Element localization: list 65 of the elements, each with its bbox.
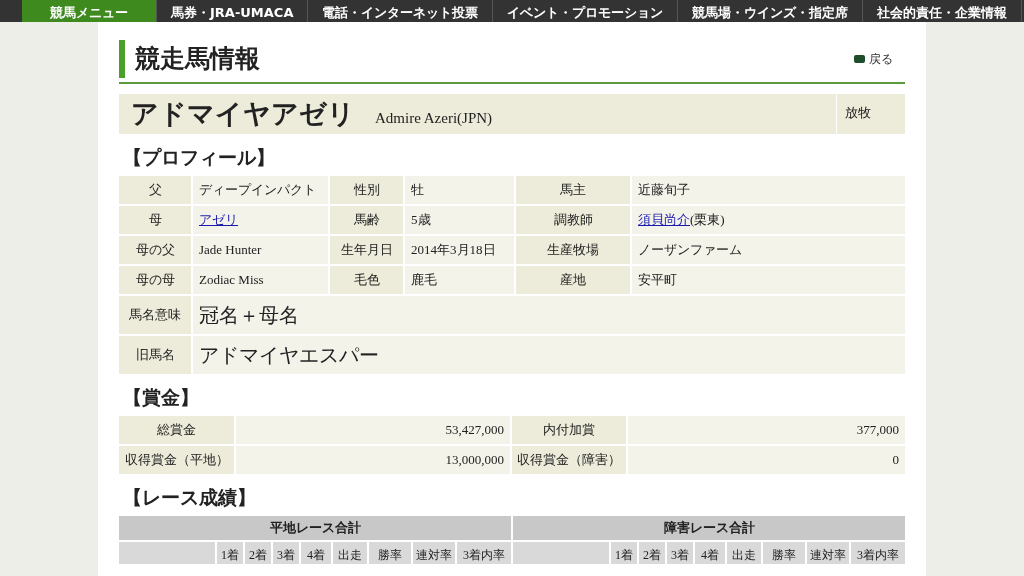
back-icon <box>854 55 865 63</box>
section-heading: 【プロフィール】 <box>122 146 276 170</box>
field-value: アドマイヤエスパー <box>193 336 905 374</box>
prize-label: 内付加賞 <box>512 416 626 444</box>
prize-value: 13,000,000 <box>236 446 510 474</box>
field-value: 冠名＋母名 <box>193 296 905 334</box>
column-header: 4着 <box>695 542 725 564</box>
field-label: 馬主 <box>516 176 630 204</box>
column-header: 勝率 <box>763 542 805 564</box>
field-value: 鹿毛 <box>405 266 514 294</box>
column-header: 1着 <box>611 542 637 564</box>
field-label: 生年月日 <box>330 236 403 264</box>
field-label: 調教師 <box>516 206 630 234</box>
section-heading: 【レース成績】 <box>122 486 257 510</box>
column-header: 3着内率 <box>851 542 905 564</box>
prize-value: 53,427,000 <box>236 416 510 444</box>
field-label: 産地 <box>516 266 630 294</box>
horse-name: アドマイヤアゼリ <box>131 98 355 131</box>
field-value: 牡 <box>405 176 514 204</box>
field-value: 2014年3月18日 <box>405 236 514 264</box>
field-label: 毛色 <box>330 266 403 294</box>
column-header: 3着 <box>667 542 693 564</box>
field-value: Zodiac Miss <box>193 266 328 294</box>
value-link[interactable]: 須貝尚介 <box>638 211 690 229</box>
column-header: 2着 <box>245 542 271 564</box>
horse-status: 放牧 <box>836 94 905 134</box>
field-label: 旧馬名 <box>119 336 191 374</box>
field-value: 安平町 <box>632 266 905 294</box>
field-label: 生産牧場 <box>516 236 630 264</box>
column-header: 出走 <box>333 542 367 564</box>
prize-label: 収得賞金（障害） <box>512 446 626 474</box>
prize-label: 収得賞金（平地） <box>119 446 234 474</box>
field-value: ノーザンファーム <box>632 236 905 264</box>
group-header: 平地レース合計 <box>119 516 511 540</box>
column-header: 出走 <box>727 542 761 564</box>
field-label: 父 <box>119 176 191 204</box>
column-header: 4着 <box>301 542 331 564</box>
field-label: 性別 <box>330 176 403 204</box>
field-value: ディープインパクト <box>193 176 328 204</box>
field-value: Jade Hunter <box>193 236 328 264</box>
column-header: 連対率 <box>413 542 455 564</box>
value-suffix: (栗東) <box>690 211 725 229</box>
prize-label: 総賞金 <box>119 416 234 444</box>
section-heading: 【賞金】 <box>122 386 200 410</box>
prize-value: 377,000 <box>628 416 905 444</box>
back-link[interactable]: 戻る <box>854 50 893 68</box>
prize-value: 0 <box>628 446 905 474</box>
column-header: 2着 <box>639 542 665 564</box>
page-title: 競走馬情報 <box>119 40 260 78</box>
nav-tab[interactable]: 競馬メニュー <box>22 0 157 22</box>
column-header: 3着内率 <box>457 542 511 564</box>
value-link[interactable]: アゼリ <box>199 211 238 229</box>
horse-name-english: Admire Azeri(JPN) <box>375 109 493 127</box>
column-header: 3着 <box>273 542 299 564</box>
field-label: 母の母 <box>119 266 191 294</box>
field-label: 母 <box>119 206 191 234</box>
column-header: 1着 <box>217 542 243 564</box>
field-label: 母の父 <box>119 236 191 264</box>
group-header: 障害レース合計 <box>513 516 905 540</box>
field-value: 近藤旬子 <box>632 176 905 204</box>
field-label: 馬齢 <box>330 206 403 234</box>
column-header: 勝率 <box>369 542 411 564</box>
field-label: 馬名意味 <box>119 296 191 334</box>
field-value: 5歳 <box>405 206 514 234</box>
column-header: 連対率 <box>807 542 849 564</box>
